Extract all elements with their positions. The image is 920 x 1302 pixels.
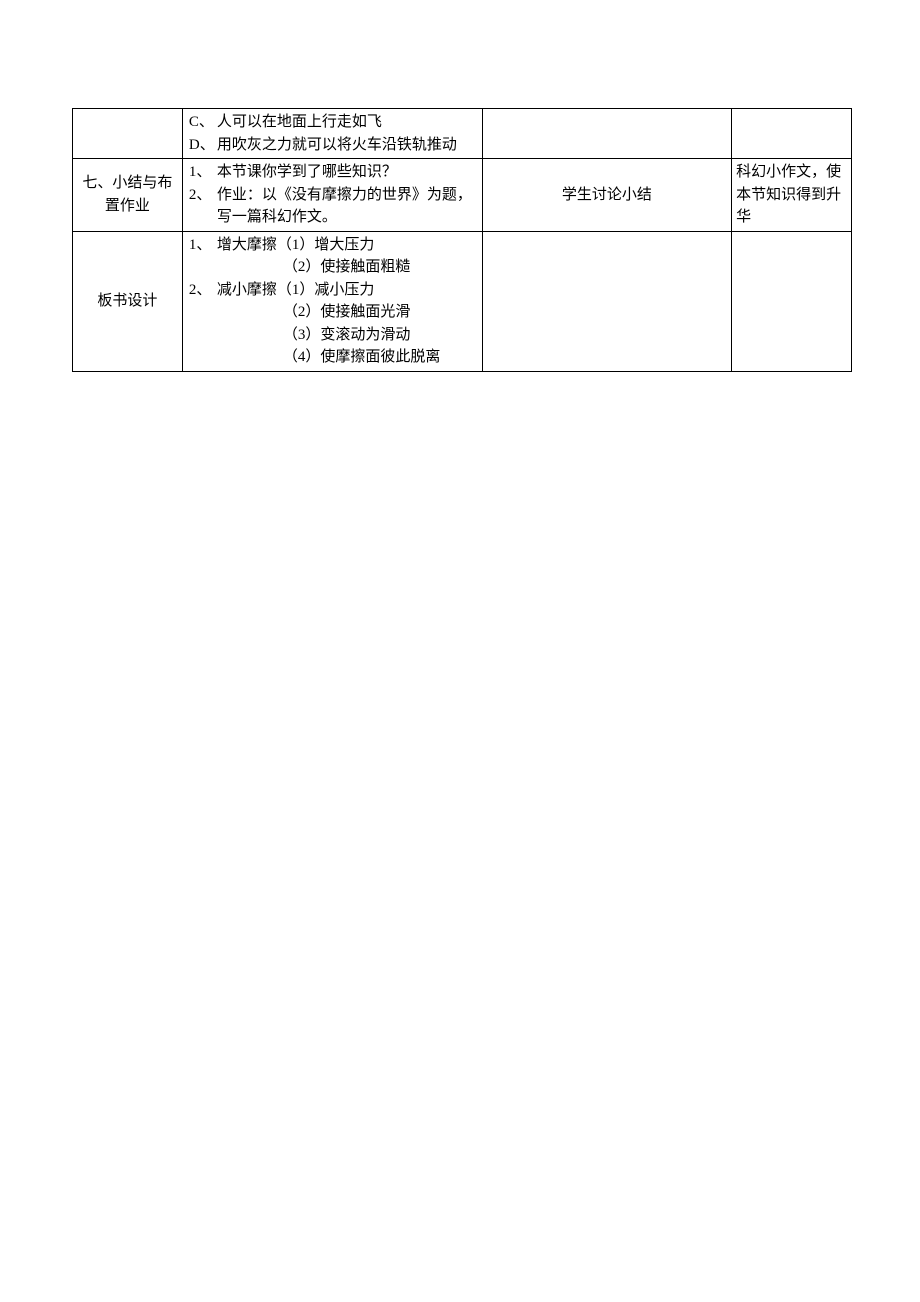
- table-row: 七、小结与布置作业1、本节课你学到了哪些知识？2、作业：以《没有摩擦力的世界》为…: [73, 159, 852, 232]
- content-line: （3）变滚动为滑动: [189, 324, 478, 347]
- item-marker: 2、: [189, 279, 217, 302]
- item-marker: 1、: [189, 234, 217, 257]
- item-text: 用吹灰之力就可以将火车沿铁轨推动: [217, 134, 478, 157]
- content-line: 2、减小摩擦（1）减小压力: [189, 279, 478, 302]
- row-label-cell: 七、小结与布置作业: [73, 159, 183, 232]
- item-text: 增大摩擦（1）增大压力: [217, 234, 478, 257]
- content-line: C、人可以在地面上行走如飞: [189, 111, 478, 134]
- item-marker: D、: [189, 134, 217, 157]
- student-activity-cell: [482, 109, 732, 159]
- item-text: 作业：以《没有摩擦力的世界》为题，写一篇科幻作文。: [217, 184, 478, 229]
- content-line: （2）使接触面光滑: [189, 301, 478, 324]
- student-activity-cell: 学生讨论小结: [482, 159, 732, 232]
- row-label-cell: 板书设计: [73, 231, 183, 371]
- table-row: C、人可以在地面上行走如飞D、用吹灰之力就可以将火车沿铁轨推动: [73, 109, 852, 159]
- row-content-cell: 1、本节课你学到了哪些知识？2、作业：以《没有摩擦力的世界》为题，写一篇科幻作文…: [182, 159, 482, 232]
- item-marker: 2、: [189, 184, 217, 207]
- row-label-cell: [73, 109, 183, 159]
- content-line: D、用吹灰之力就可以将火车沿铁轨推动: [189, 134, 478, 157]
- notes-cell: [732, 109, 852, 159]
- item-text: 减小摩擦（1）减小压力: [217, 279, 478, 302]
- content-line: （2）使接触面粗糙: [189, 256, 478, 279]
- table-row: 板书设计1、增大摩擦（1）增大压力（2）使接触面粗糙2、减小摩擦（1）减小压力（…: [73, 231, 852, 371]
- row-content-cell: 1、增大摩擦（1）增大压力（2）使接触面粗糙2、减小摩擦（1）减小压力（2）使接…: [182, 231, 482, 371]
- item-marker: C、: [189, 111, 217, 134]
- table-body: C、人可以在地面上行走如飞D、用吹灰之力就可以将火车沿铁轨推动七、小结与布置作业…: [73, 109, 852, 372]
- item-marker: 1、: [189, 161, 217, 184]
- student-activity-cell: [482, 231, 732, 371]
- notes-cell: [732, 231, 852, 371]
- row-content-cell: C、人可以在地面上行走如飞D、用吹灰之力就可以将火车沿铁轨推动: [182, 109, 482, 159]
- item-text: 人可以在地面上行走如飞: [217, 111, 478, 134]
- content-line: （4）使摩擦面彼此脱离: [189, 346, 478, 369]
- notes-cell: 科幻小作文，使本节知识得到升华: [732, 159, 852, 232]
- lesson-plan-table: C、人可以在地面上行走如飞D、用吹灰之力就可以将火车沿铁轨推动七、小结与布置作业…: [72, 108, 852, 372]
- content-line: 2、作业：以《没有摩擦力的世界》为题，写一篇科幻作文。: [189, 184, 478, 229]
- item-text: 本节课你学到了哪些知识？: [217, 161, 478, 184]
- content-line: 1、本节课你学到了哪些知识？: [189, 161, 478, 184]
- content-line: 1、增大摩擦（1）增大压力: [189, 234, 478, 257]
